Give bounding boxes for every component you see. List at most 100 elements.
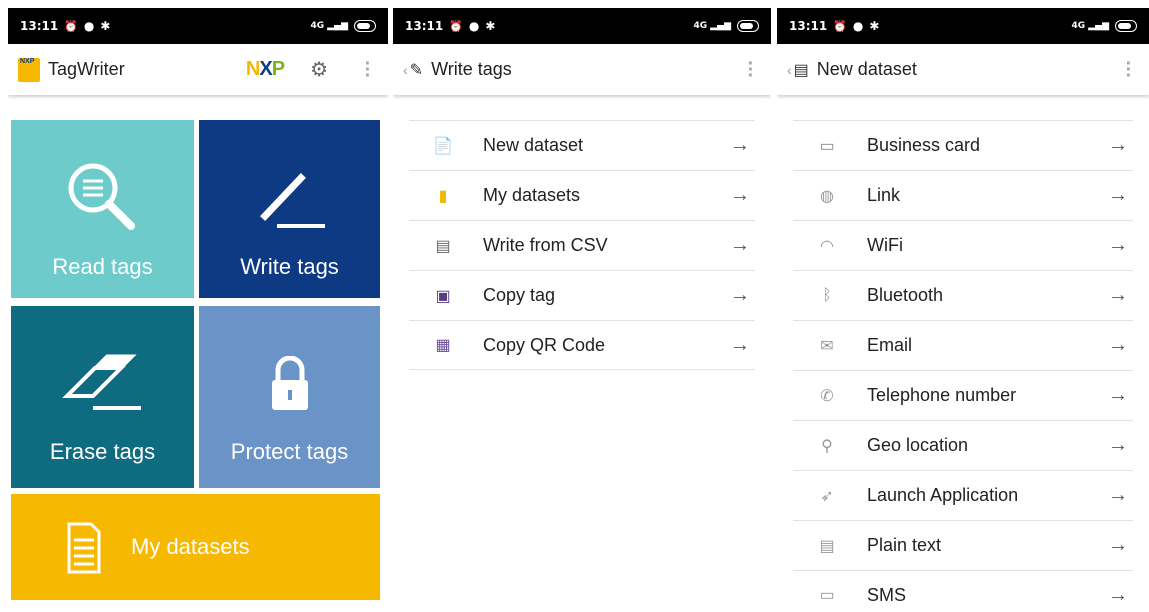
lock-icon xyxy=(272,356,308,410)
list-item[interactable]: ▤ Write from CSV → xyxy=(409,220,755,270)
status-bar: 13:11 ⏰ ● ✱ 4G ▂▄▆ xyxy=(8,8,388,44)
list-item-label: My datasets xyxy=(483,185,581,205)
text-document-icon: ▤ xyxy=(819,537,835,555)
list-item[interactable]: 📄 New dataset → xyxy=(409,120,755,170)
overflow-menu-icon[interactable]: · · · xyxy=(1119,54,1139,86)
navigation-icon: ● xyxy=(852,19,864,33)
arrow-right-icon: → xyxy=(730,184,750,206)
overflow-menu-icon[interactable]: · · · xyxy=(741,54,761,86)
bluetooth-icon: ᛒ xyxy=(822,286,832,304)
arrow-right-icon: → xyxy=(1108,534,1128,556)
qr-code-icon: ▦ xyxy=(435,337,451,354)
app-title: TagWriter xyxy=(48,59,125,79)
alarm-icon: ⏰ xyxy=(833,19,847,33)
list-item-label: Geo location xyxy=(867,435,969,455)
list-item[interactable]: ✆ Telephone number → xyxy=(793,370,1133,420)
list-item[interactable]: ◍ Link → xyxy=(793,170,1133,220)
settings-status-icon: ✱ xyxy=(869,19,880,33)
document-icon: ▤ xyxy=(793,61,809,79)
email-icon: ✉ xyxy=(820,337,834,355)
list-item-label: Copy tag xyxy=(483,285,556,305)
page-title: New dataset xyxy=(816,59,917,79)
arrow-right-icon: → xyxy=(1108,234,1128,256)
arrow-right-icon: → xyxy=(730,234,750,256)
list-item-label: Bluetooth xyxy=(867,285,944,305)
pencil-icon xyxy=(260,173,325,228)
arrow-right-icon: → xyxy=(1108,434,1128,456)
arrow-right-icon: → xyxy=(730,333,750,356)
overflow-menu-icon[interactable]: · · · xyxy=(358,54,378,86)
list-item-label: Link xyxy=(867,185,901,205)
list-item-label: Plain text xyxy=(867,535,942,555)
arrow-right-icon: → xyxy=(1108,384,1128,406)
my-datasets-label: My datasets xyxy=(131,534,250,559)
status-time: 13:11 xyxy=(20,19,59,33)
settings-status-icon: ✱ xyxy=(100,19,111,33)
read-tags-label: Read tags xyxy=(52,254,153,279)
back-chevron-icon[interactable]: ‹ xyxy=(403,62,408,78)
list-item[interactable]: ◠ WiFi → xyxy=(793,220,1133,270)
list-item-label: Email xyxy=(867,335,913,355)
list-item[interactable]: ▣ Copy tag → xyxy=(409,270,755,320)
list-item[interactable]: ▤ Plain text → xyxy=(793,520,1133,570)
list-item[interactable]: ▭ SMS → xyxy=(793,570,1133,612)
erase-tags-label: Erase tags xyxy=(49,439,156,464)
protect-tags-tile[interactable]: Protect tags xyxy=(199,306,380,488)
list-item-label: Copy QR Code xyxy=(483,334,606,355)
my-datasets-tile[interactable]: My datasets xyxy=(11,494,380,600)
signal-icon: 4G ▂▄▆ xyxy=(1071,21,1109,31)
list-item[interactable]: ⚲ Geo location → xyxy=(793,420,1133,470)
magnifier-icon xyxy=(68,163,135,230)
copy-tag-icon: ▣ xyxy=(435,287,451,305)
arrow-right-icon: → xyxy=(1108,484,1128,506)
write-tags-tile[interactable]: Write tags xyxy=(199,120,380,298)
sms-icon: ▭ xyxy=(819,587,835,604)
arrow-right-icon: → xyxy=(730,134,750,156)
list-item-label: Telephone number xyxy=(867,385,1017,405)
eraser-icon xyxy=(62,354,141,410)
read-tags-tile[interactable]: Read tags xyxy=(11,120,194,298)
new-dataset-icon: 📄 xyxy=(433,137,453,155)
back-chevron-icon[interactable]: ‹ xyxy=(787,62,792,78)
list-item[interactable]: ▮ My datasets → xyxy=(409,170,755,220)
settings-status-icon: ✱ xyxy=(485,19,496,33)
battery-icon xyxy=(354,20,376,32)
nxp-logo: NXP xyxy=(245,58,285,80)
list-item[interactable]: ᛒ Bluetooth → xyxy=(793,270,1133,320)
signal-icon: 4G ▂▄▆ xyxy=(310,21,348,31)
write-options-list: 📄 New dataset → ▮ My datasets → ▤ Write from CS… xyxy=(409,120,755,370)
arrow-right-icon: → xyxy=(1108,284,1128,306)
globe-icon: ◍ xyxy=(820,187,834,205)
document-icon xyxy=(67,522,101,574)
alarm-icon: ⏰ xyxy=(64,19,78,33)
datasets-icon: ▮ xyxy=(438,187,448,205)
list-item-label: WiFi xyxy=(867,235,903,255)
battery-icon xyxy=(1115,20,1137,32)
arrow-right-icon: → xyxy=(1108,134,1128,156)
signal-icon: 4G ▂▄▆ xyxy=(693,21,731,31)
list-item[interactable]: ▦ Copy QR Code → xyxy=(409,320,755,370)
navigation-icon: ● xyxy=(468,19,480,33)
wifi-icon: ◠ xyxy=(820,237,834,255)
list-item[interactable]: ✉ Email → xyxy=(793,320,1133,370)
alarm-icon: ⏰ xyxy=(449,19,463,33)
arrow-right-icon: → xyxy=(1108,184,1128,206)
arrow-right-icon: → xyxy=(1108,583,1128,606)
phone-icon: ✆ xyxy=(820,387,834,405)
write-tags-app-bar: ‹ ✎ Write tags · · · xyxy=(393,44,771,95)
arrow-right-icon: → xyxy=(730,284,750,306)
write-tags-label: Write tags xyxy=(240,254,339,279)
home-app-bar: NXP TagWriter NXP ⚙ · · · xyxy=(8,44,388,95)
new-dataset-screen: 13:11 ⏰ ● ✱ 4G ▂▄▆ ‹ ▤ New dataset · · · ▭… xyxy=(777,8,1149,612)
battery-icon xyxy=(737,20,759,32)
list-item-label: Business card xyxy=(867,135,981,155)
status-bar: 13:11 ⏰ ● ✱ 4G ▂▄▆ xyxy=(777,8,1149,44)
list-item[interactable]: ➶ Launch Application → xyxy=(793,470,1133,520)
list-item[interactable]: ▭ Business card → xyxy=(793,120,1133,170)
navigation-icon: ● xyxy=(83,19,95,33)
status-time: 13:11 xyxy=(789,19,828,33)
status-time: 13:11 xyxy=(405,19,444,33)
settings-gear-icon[interactable]: ⚙ xyxy=(310,57,328,82)
location-pin-icon: ⚲ xyxy=(821,437,833,455)
erase-tags-tile[interactable]: Erase tags xyxy=(11,306,194,488)
